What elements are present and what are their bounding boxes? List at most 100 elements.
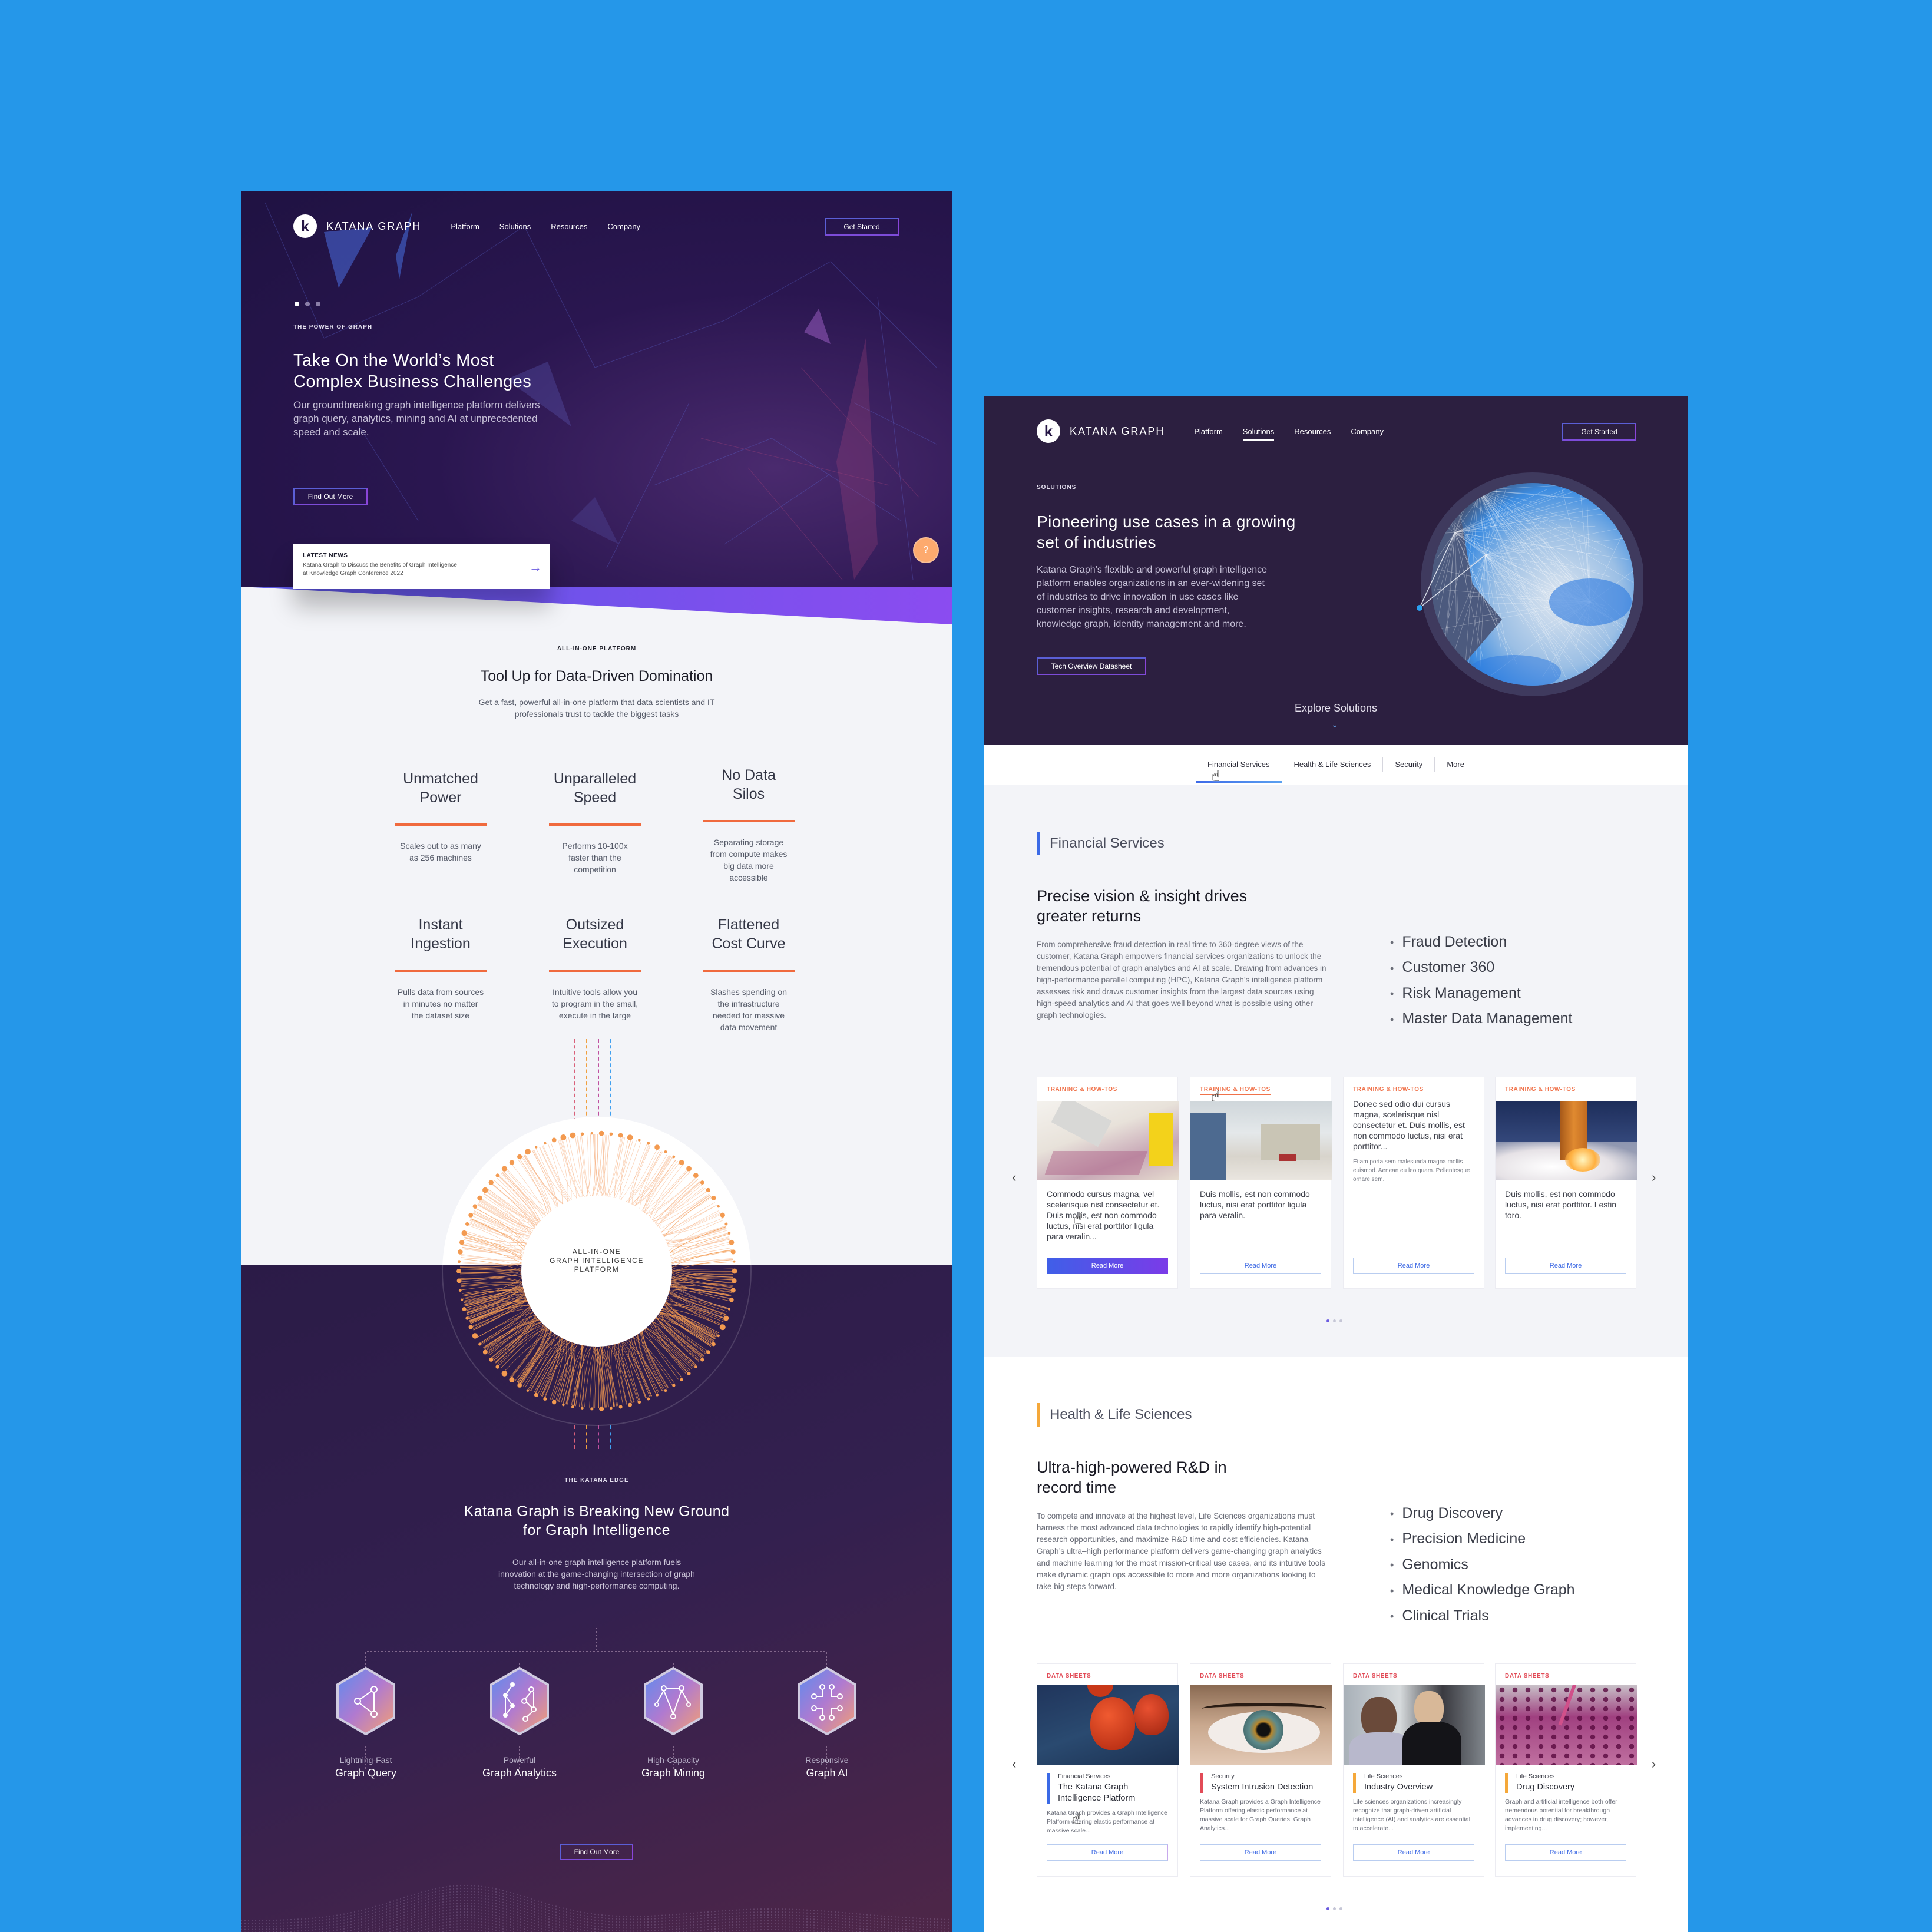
read-more-button[interactable]: Read More <box>1353 1258 1474 1274</box>
resource-card[interactable]: TRAINING & HOW-TOS Commodo cursus magna,… <box>1037 1077 1179 1289</box>
orb-node <box>706 1350 710 1354</box>
nav-platform[interactable]: Platform <box>451 222 479 231</box>
katana-logo-icon[interactable]: k <box>1037 419 1060 443</box>
edge-subtitle: Our all-in-one graph intelligence platfo… <box>242 1556 952 1592</box>
feature-no-data-silos: No Data Silos Separating storage from com… <box>703 766 795 884</box>
orb-node <box>672 1155 676 1159</box>
help-button[interactable]: ? <box>913 537 939 563</box>
card-title[interactable]: The Katana Graph Intelligence Platform <box>1058 1782 1168 1804</box>
latest-news-text: Katana Graph to Discuss the Benefits of … <box>303 561 509 578</box>
use-case-item: Precision Medicine <box>1390 1526 1575 1551</box>
pager-dot[interactable] <box>1333 1319 1336 1322</box>
use-case-item: Genomics <box>1390 1552 1575 1577</box>
carousel-prev-icon[interactable]: ‹ <box>1012 1170 1016 1185</box>
orb-node <box>562 1403 565 1407</box>
card-title[interactable]: System Intrusion Detection <box>1211 1782 1321 1793</box>
card-category: Financial Services <box>1058 1773 1111 1780</box>
capability-graph-query[interactable]: Lightning-Fast Graph Query <box>307 1755 425 1779</box>
read-more-button[interactable]: Read More <box>1505 1844 1626 1861</box>
carousel-prev-icon[interactable]: ‹ <box>1012 1756 1016 1772</box>
datasheet-card[interactable]: DATA SHEETS Security System Intrusion De… <box>1190 1663 1332 1877</box>
card-title[interactable]: Industry Overview <box>1364 1782 1474 1793</box>
card-desc: Graph and artificial intelligence both o… <box>1505 1798 1617 1832</box>
card-tag-label[interactable]: TRAINING & HOW-TOS <box>1200 1086 1271 1095</box>
tab-financial-services[interactable]: Financial Services <box>1196 757 1282 783</box>
capability-graph-ai[interactable]: Responsive Graph AI <box>768 1755 886 1779</box>
pager-dot[interactable] <box>1333 1907 1336 1910</box>
card-category: Security <box>1211 1773 1235 1780</box>
feature-instant-ingestion: Instant Ingestion Pulls data from sources… <box>395 915 487 1021</box>
connector-line <box>598 1039 599 1122</box>
tab-security[interactable]: Security <box>1382 757 1434 772</box>
tab-health-life-sciences[interactable]: Health & Life Sciences <box>1281 757 1383 772</box>
orb-node <box>637 1400 641 1404</box>
connector-line <box>574 1039 575 1122</box>
nav-company[interactable]: Company <box>607 222 640 231</box>
slide-dot-3[interactable] <box>316 302 320 306</box>
nav-company[interactable]: Company <box>1351 427 1384 436</box>
orb-node <box>729 1239 735 1245</box>
slide-dot-1[interactable] <box>295 302 299 306</box>
read-more-button[interactable]: Read More <box>1047 1258 1168 1274</box>
capability-graph-mining[interactable]: High-Capacity Graph Mining <box>614 1755 732 1779</box>
tech-overview-datasheet-button[interactable]: Tech Overview Datasheet <box>1037 657 1146 675</box>
resource-card[interactable]: TRAINING & HOW-TOS Duis mollis, est non … <box>1495 1077 1637 1289</box>
solutions-hero: k KATANA GRAPH Platform Solutions Resour… <box>984 396 1688 745</box>
read-more-button[interactable]: Read More <box>1505 1258 1626 1274</box>
slide-dot-2[interactable] <box>305 302 310 306</box>
orb-node <box>654 1144 660 1150</box>
orb-node <box>679 1160 684 1166</box>
orb-node <box>571 1405 574 1408</box>
orb-node <box>462 1307 467 1311</box>
orb-node <box>700 1358 704 1362</box>
datasheet-card[interactable]: DATA SHEETS Financial Services The Katan… <box>1037 1663 1179 1877</box>
latest-news-card[interactable]: LATEST NEWS Katana Graph to Discuss the … <box>293 544 550 589</box>
solutions-title-line: set of industries <box>1037 533 1156 551</box>
nav-solutions[interactable]: Solutions <box>499 222 531 231</box>
read-more-button[interactable]: Read More <box>1353 1844 1474 1861</box>
datasheet-card[interactable]: DATA SHEETS Life Sciences Drug Discovery… <box>1495 1663 1637 1877</box>
orb-node <box>694 1365 697 1368</box>
pager-dot[interactable] <box>1326 1319 1329 1322</box>
read-more-button[interactable]: Read More <box>1200 1258 1321 1274</box>
carousel-next-icon[interactable]: › <box>1652 1170 1656 1185</box>
katana-logo-icon[interactable]: k <box>293 214 317 238</box>
capability-name: Graph Analytics <box>482 1767 557 1779</box>
hero-title-line: Complex Business Challenges <box>293 372 532 391</box>
nav-resources[interactable]: Resources <box>551 222 587 231</box>
resource-card[interactable]: TRAINING & HOW-TOS Donec sed odio dui cu… <box>1343 1077 1484 1289</box>
latest-news-line: Katana Graph to Discuss the Benefits of … <box>303 562 457 568</box>
get-started-button[interactable]: Get Started <box>825 218 899 236</box>
pager-dot[interactable] <box>1326 1907 1329 1910</box>
get-started-button[interactable]: Get Started <box>1562 423 1636 441</box>
orb-node <box>598 1130 604 1136</box>
logo-text[interactable]: KATANA GRAPH <box>1070 425 1165 438</box>
logo-text[interactable]: KATANA GRAPH <box>326 220 421 233</box>
hand-cursor-icon: ☝ <box>1211 1087 1220 1105</box>
orb-node <box>460 1298 464 1301</box>
nav-solutions[interactable]: Solutions <box>1242 427 1275 441</box>
feature-title: Instant Ingestion <box>411 917 471 952</box>
read-more-button[interactable]: Read More <box>1047 1844 1168 1861</box>
latest-news-line: at Knowledge Graph Conference 2022 <box>303 570 403 577</box>
pager-dot[interactable] <box>1339 1319 1342 1322</box>
hero-slide-dots <box>295 302 320 306</box>
resource-card[interactable]: TRAINING & HOW-TOS Duis mollis, est non … <box>1190 1077 1332 1289</box>
arrow-right-icon[interactable]: → <box>529 560 542 575</box>
orb-node <box>495 1173 499 1177</box>
chevron-down-icon[interactable]: ⌄ <box>1331 720 1338 730</box>
read-more-button[interactable]: Read More <box>1200 1844 1321 1861</box>
datasheet-card[interactable]: DATA SHEETS Life Sciences Industry Overv… <box>1343 1663 1485 1877</box>
card-title[interactable]: Drug Discovery <box>1516 1782 1626 1793</box>
nav-resources[interactable]: Resources <box>1294 427 1331 436</box>
active-nav-underline <box>1242 438 1275 441</box>
explore-solutions-label[interactable]: Explore Solutions <box>984 702 1688 714</box>
nav-platform[interactable]: Platform <box>1194 427 1222 436</box>
tab-more[interactable]: More <box>1434 757 1476 772</box>
pager-dot[interactable] <box>1339 1907 1342 1910</box>
hero-slant-divider <box>242 587 952 624</box>
carousel-next-icon[interactable]: › <box>1652 1756 1656 1772</box>
find-out-more-button[interactable]: Find Out More <box>293 488 368 505</box>
capability-graph-analytics[interactable]: Powerful Graph Analytics <box>461 1755 578 1779</box>
platform-title: Tool Up for Data-Driven Domination <box>480 668 713 684</box>
